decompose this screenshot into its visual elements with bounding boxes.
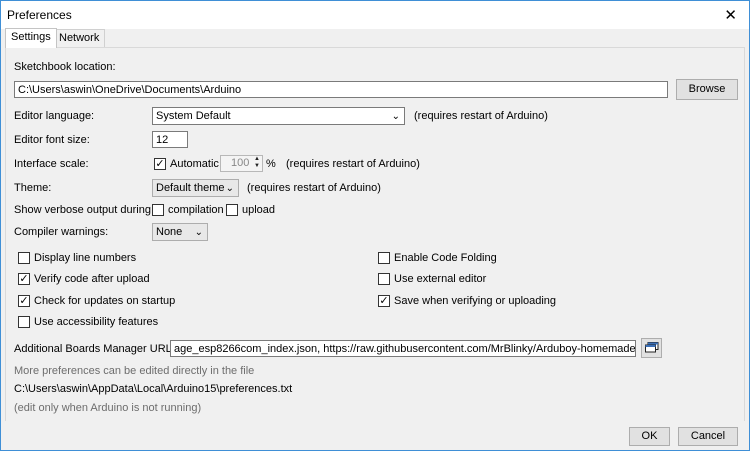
display-line-numbers-label: Display line numbers (34, 252, 137, 264)
editor-language-note: (requires restart of Arduino) (414, 110, 548, 122)
spinner-arrows-icon[interactable]: ▲ ▼ (252, 156, 262, 171)
boards-manager-urls-input[interactable]: age_esp8266com_index.json, https://raw.g… (170, 340, 636, 357)
theme-value: Default theme (156, 182, 225, 194)
editor-font-size-input[interactable]: 12 (152, 131, 188, 148)
editor-font-size-label: Editor font size: (14, 134, 90, 146)
verbose-compilation-checkbox[interactable] (152, 204, 164, 216)
button-bar: OK Cancel (1, 421, 749, 450)
ok-button[interactable]: OK (629, 427, 670, 446)
save-when-verifying-checkbox[interactable]: ✓ (378, 295, 390, 307)
verbose-compilation-label: compilation (168, 204, 224, 216)
compiler-warnings-label: Compiler warnings: (14, 226, 109, 238)
tab-network[interactable]: Network (53, 29, 106, 47)
editor-language-select[interactable]: System Default ⌄ (152, 107, 405, 125)
chevron-down-icon: ⌄ (194, 227, 203, 238)
accessibility-features-checkbox[interactable] (18, 316, 30, 328)
interface-scale-label: Interface scale: (14, 158, 89, 170)
browse-button[interactable]: Browse (676, 79, 738, 100)
edit-only-note: (edit only when Arduino is not running) (14, 402, 202, 414)
verify-after-upload-label: Verify code after upload (34, 273, 150, 285)
accessibility-features-label: Use accessibility features (34, 316, 159, 328)
chevron-down-icon: ⌄ (391, 111, 400, 122)
save-when-verifying-label: Save when verifying or uploading (394, 295, 557, 307)
verbose-upload-checkbox[interactable] (226, 204, 238, 216)
theme-note: (requires restart of Arduino) (247, 182, 381, 194)
check-updates-checkbox[interactable]: ✓ (18, 295, 30, 307)
interface-scale-value: 100 (231, 157, 250, 169)
sketchbook-label: Sketchbook location: (14, 61, 116, 73)
tab-settings[interactable]: Settings (5, 28, 57, 48)
editor-language-value: System Default (156, 110, 231, 122)
settings-panel: Sketchbook location: C:\Users\aswin\OneD… (5, 47, 745, 423)
close-icon[interactable]: ✕ (724, 6, 737, 24)
verify-after-upload-checkbox[interactable]: ✓ (18, 273, 30, 285)
open-window-icon[interactable] (641, 338, 662, 358)
theme-label: Theme: (14, 182, 52, 194)
enable-code-folding-checkbox[interactable] (378, 252, 390, 264)
external-editor-label: Use external editor (394, 273, 487, 285)
interface-scale-note: (requires restart of Arduino) (286, 158, 420, 170)
cancel-button[interactable]: Cancel (678, 427, 738, 446)
compiler-warnings-select[interactable]: None ⌄ (152, 223, 208, 241)
theme-select[interactable]: Default theme ⌄ (152, 179, 239, 197)
interface-scale-unit: % (266, 158, 276, 170)
sketchbook-path-input[interactable]: C:\Users\aswin\OneDrive\Documents\Arduin… (14, 81, 668, 98)
chevron-down-icon: ⌄ (225, 183, 234, 194)
external-editor-checkbox[interactable] (378, 273, 390, 285)
interface-scale-spinner[interactable]: 100 ▲ ▼ (220, 155, 263, 172)
window-title: Preferences (7, 8, 72, 22)
verbose-output-label: Show verbose output during: (14, 204, 155, 216)
interface-scale-automatic-checkbox[interactable]: ✓ (154, 158, 166, 170)
enable-code-folding-label: Enable Code Folding (394, 252, 497, 264)
title-bar: Preferences ✕ (1, 1, 749, 29)
preferences-file-path: C:\Users\aswin\AppData\Local\Arduino15\p… (14, 383, 293, 395)
more-preferences-note: More preferences can be edited directly … (14, 365, 255, 377)
editor-language-label: Editor language: (14, 110, 95, 122)
compiler-warnings-value: None (156, 226, 183, 238)
preferences-window: Preferences ✕ Settings Network Sketchboo… (0, 0, 750, 451)
verbose-upload-label: upload (242, 204, 276, 216)
display-line-numbers-checkbox[interactable] (18, 252, 30, 264)
check-updates-label: Check for updates on startup (34, 295, 176, 307)
interface-scale-automatic-label: Automatic (170, 158, 219, 170)
boards-manager-label: Additional Boards Manager URLs: (14, 343, 181, 355)
